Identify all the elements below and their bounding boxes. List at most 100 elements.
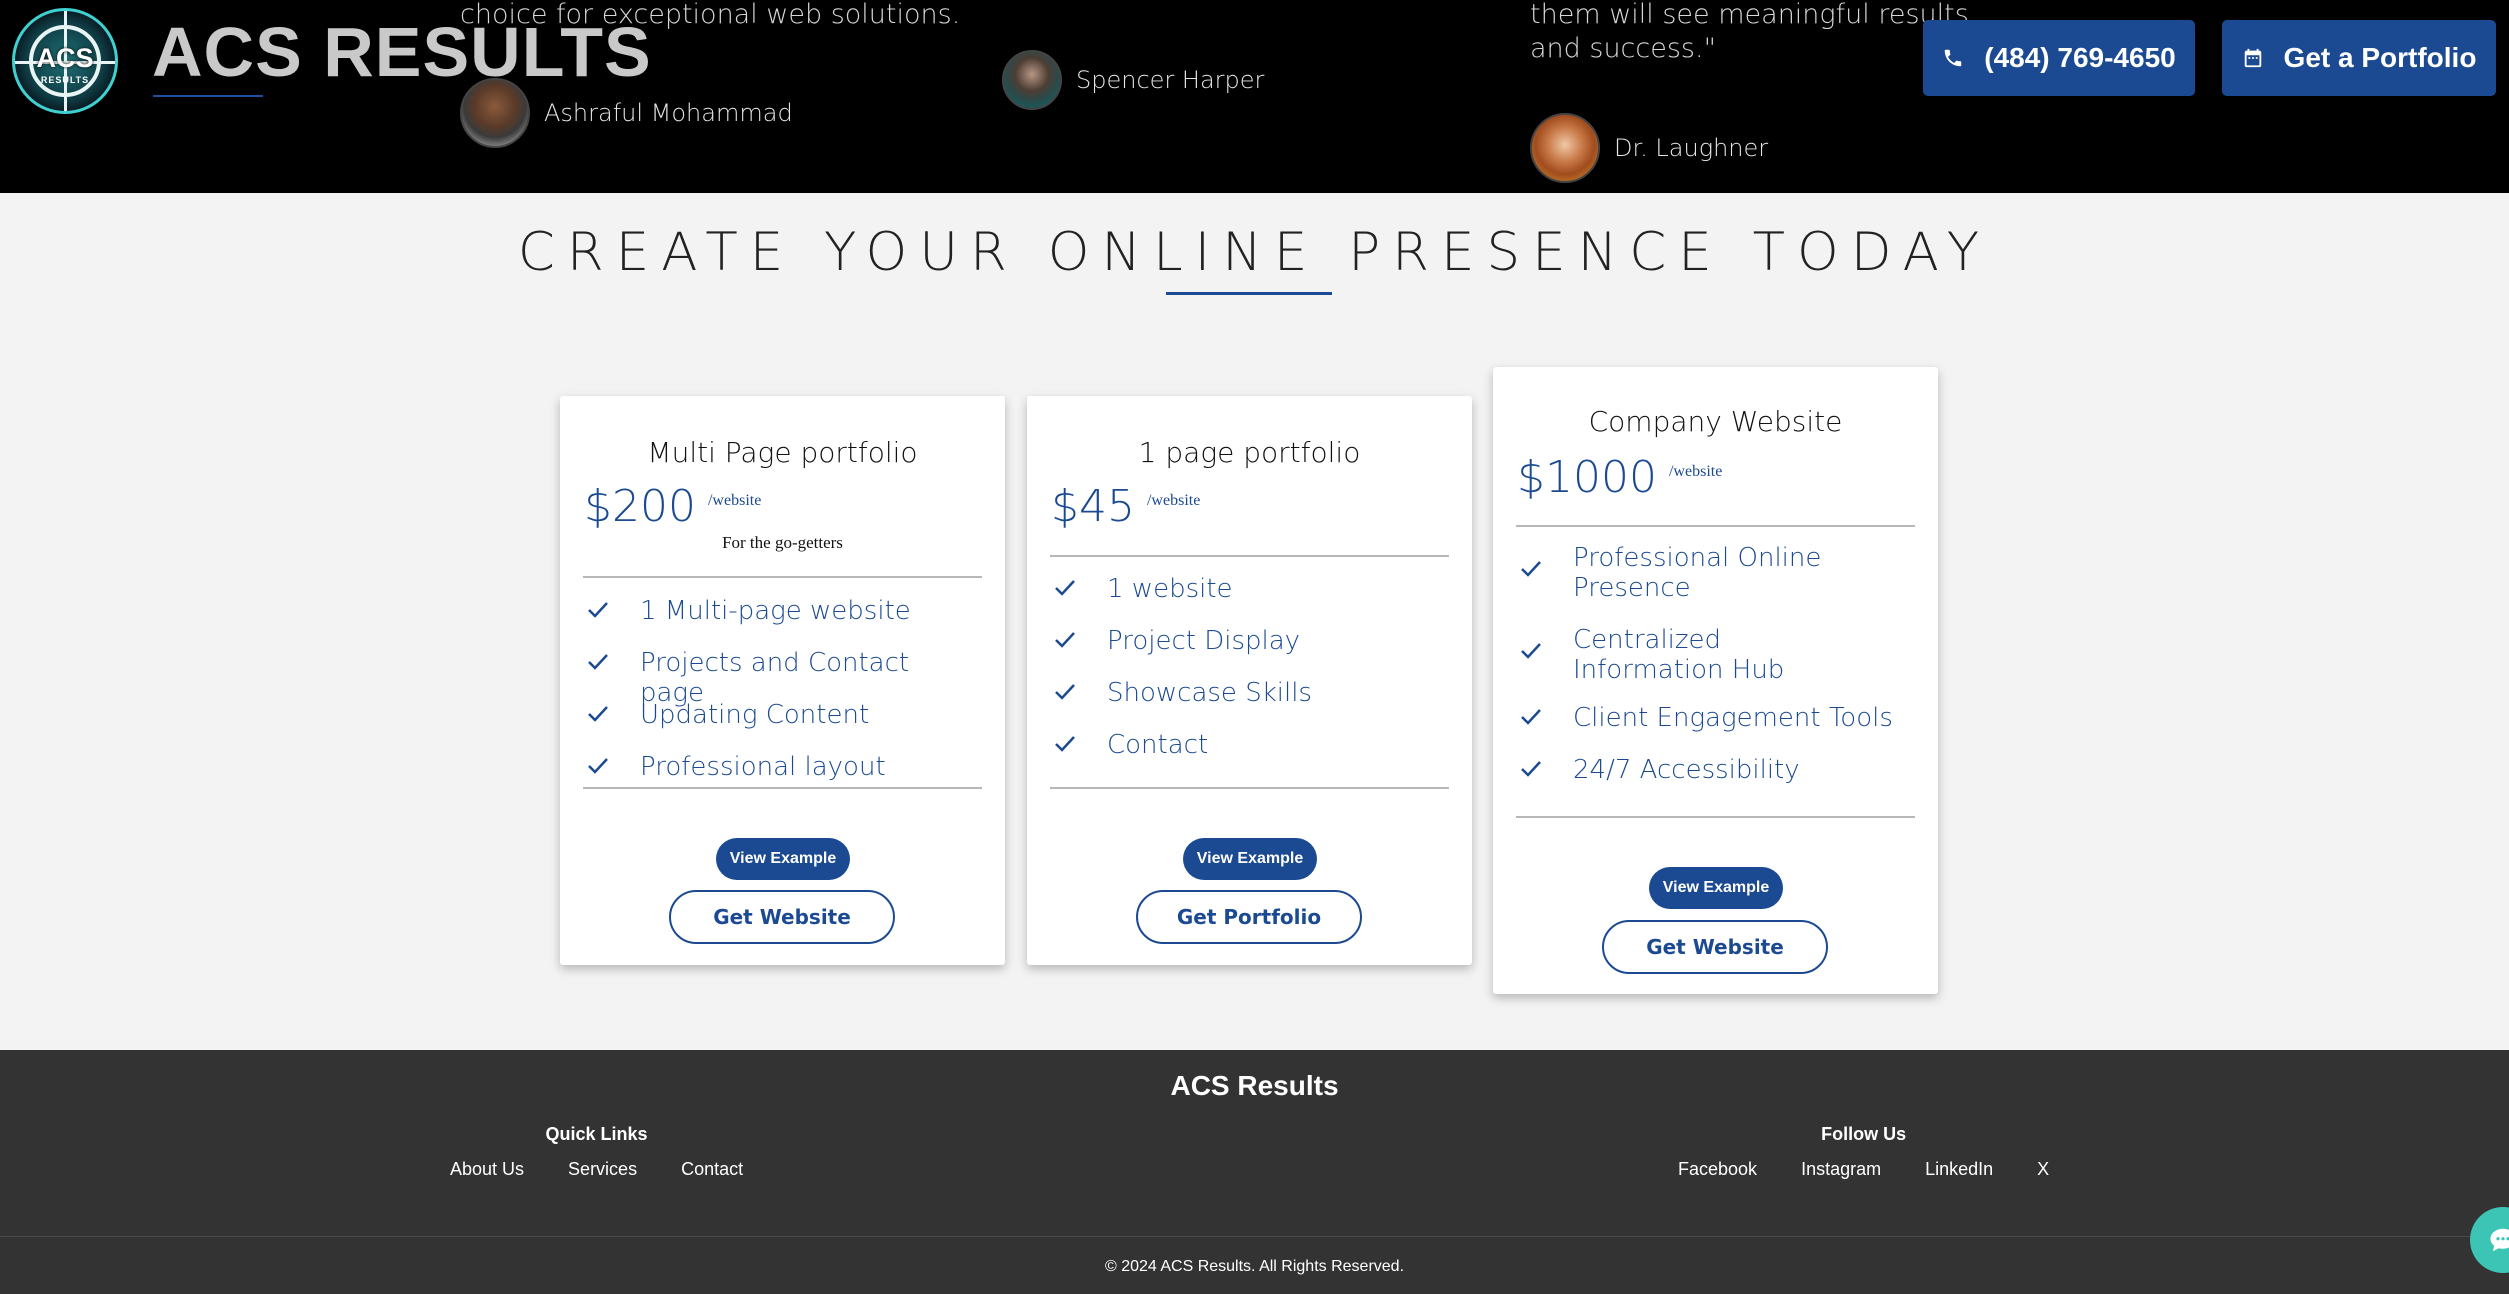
check-icon [586, 598, 610, 622]
view-example-button[interactable]: View Example [716, 838, 850, 880]
follow-us: Follow Us Facebook Instagram LinkedIn X [1678, 1124, 2049, 1180]
divider [1050, 555, 1449, 557]
price-unit: /website [707, 492, 762, 509]
list-item: Professional layout [586, 740, 976, 792]
get-portfolio-button[interactable]: Get Portfolio [1136, 890, 1362, 944]
check-icon [1519, 557, 1543, 581]
author-name: Spencer Harper [1076, 66, 1265, 94]
check-icon [1519, 639, 1543, 663]
divider [1516, 525, 1915, 527]
pricing-card-company: Company Website $1000 /website Professio… [1493, 367, 1938, 994]
feature-label: 1 website [1107, 574, 1233, 604]
footer-link-about[interactable]: About Us [450, 1159, 524, 1180]
footer-link-x[interactable]: X [2037, 1159, 2049, 1180]
feature-list: Professional Online Presence Centralized… [1519, 535, 1909, 803]
phone-button[interactable]: (484) 769-4650 [1923, 20, 2195, 96]
get-website-button[interactable]: Get Website [669, 890, 895, 944]
social-links-list: Facebook Instagram LinkedIn X [1678, 1159, 2049, 1180]
list-item: 1 Multi-page website [586, 584, 976, 636]
calendar-icon [2244, 48, 2261, 68]
pricing-card-one-page: 1 page portfolio $45 /website 1 website … [1027, 396, 1472, 965]
quick-links-heading: Quick Links [545, 1124, 648, 1144]
list-item: 24/7 Accessibility [1519, 751, 1909, 803]
price-row: $200 /website [584, 482, 761, 532]
copyright: © 2024 ACS Results. All Rights Reserved. [1104, 1258, 1405, 1275]
footer-link-linkedin[interactable]: LinkedIn [1925, 1159, 1993, 1180]
check-icon [1053, 628, 1077, 652]
feature-label: Contact [1107, 730, 1209, 760]
list-item: Client Engagement Tools [1519, 699, 1909, 751]
list-item: 1 website [1053, 562, 1443, 614]
divider [1050, 787, 1449, 789]
check-icon [1519, 705, 1543, 729]
list-item: Contact [1053, 718, 1443, 770]
feature-list: 1 Multi-page website Projects and Contac… [586, 584, 976, 792]
site-footer: ACS Results Quick Links About Us Service… [0, 1050, 2509, 1294]
divider [583, 576, 982, 578]
brand-underline [153, 95, 263, 97]
view-example-button[interactable]: View Example [1183, 838, 1317, 880]
divider [1516, 816, 1915, 818]
feature-label: Centralized Information Hub [1573, 625, 1785, 685]
footer-divider [0, 1236, 2509, 1237]
check-icon [586, 754, 610, 778]
list-item: Showcase Skills [1053, 666, 1443, 718]
feature-label: 24/7 Accessibility [1573, 755, 1800, 785]
feature-label: 1 Multi-page website [640, 596, 911, 626]
acs-logo[interactable]: ACS RESULTS [12, 8, 118, 114]
feature-label: Project Display [1107, 626, 1301, 656]
check-icon [1053, 732, 1077, 756]
list-item: Centralized Information Hub [1519, 617, 1909, 699]
phone-label: (484) 769-4650 [1984, 42, 2176, 73]
feature-label: Professional layout [640, 752, 886, 782]
check-icon [1053, 576, 1077, 600]
get-portfolio-button[interactable]: Get a Portfolio [2222, 20, 2496, 96]
footer-link-facebook[interactable]: Facebook [1678, 1159, 1757, 1180]
plan-tagline: For the go-getters [722, 533, 843, 552]
check-icon [1053, 680, 1077, 704]
view-example-button[interactable]: View Example [1649, 867, 1783, 909]
plan-title: 1 page portfolio [1138, 436, 1361, 469]
testimonial-author: Dr. Laughner [1530, 113, 1768, 183]
chat-icon [2490, 1228, 2509, 1252]
price-row: $45 /website [1051, 482, 1200, 532]
author-name: Ashraful Mohammad [544, 99, 793, 127]
portfolio-label: Get a Portfolio [2283, 42, 2477, 73]
footer-title: ACS Results [1170, 1070, 1339, 1101]
plan-title: Multi Page portfolio [647, 436, 918, 469]
avatar [1530, 113, 1600, 183]
feature-label: Client Engagement Tools [1573, 703, 1893, 733]
quick-links: Quick Links About Us Services Contact [450, 1124, 743, 1180]
brand-name[interactable]: ACS RESULTS [152, 10, 652, 94]
plan-price: $200 [584, 481, 696, 532]
feature-label: Updating Content [640, 700, 870, 730]
price-unit: /website [1668, 463, 1723, 480]
logo-subtext: RESULTS [40, 75, 90, 85]
feature-list: 1 website Project Display Showcase Skill… [1053, 562, 1443, 770]
footer-link-services[interactable]: Services [568, 1159, 637, 1180]
pricing-card-multi-page: Multi Page portfolio $200 /website For t… [560, 396, 1005, 965]
site-header: ACS RESULTS ACS RESULTS choice for excep… [0, 0, 2509, 193]
list-item: Professional Online Presence [1519, 535, 1909, 617]
list-item: Projects and Contact page [586, 636, 976, 708]
check-icon [586, 702, 610, 726]
footer-link-instagram[interactable]: Instagram [1801, 1159, 1881, 1180]
phone-icon [1945, 49, 1962, 67]
footer-link-contact[interactable]: Contact [681, 1159, 743, 1180]
feature-label: Professional Online Presence [1573, 543, 1822, 603]
plan-price: $1000 [1517, 452, 1657, 503]
plan-title: Company Website [1588, 405, 1843, 438]
follow-heading: Follow Us [1821, 1124, 1907, 1144]
check-icon [586, 650, 610, 674]
title-underline [1166, 292, 1332, 295]
divider [583, 787, 982, 789]
check-icon [1519, 757, 1543, 781]
price-row: $1000 /website [1517, 453, 1722, 503]
get-website-button[interactable]: Get Website [1602, 920, 1828, 974]
quick-links-list: About Us Services Contact [450, 1159, 743, 1180]
section-title: CREATE YOUR ONLINE PRESENCE TODAY [517, 222, 1992, 283]
plan-price: $45 [1051, 481, 1135, 532]
list-item: Project Display [1053, 614, 1443, 666]
price-unit: /website [1146, 492, 1201, 509]
feature-label: Showcase Skills [1107, 678, 1312, 708]
